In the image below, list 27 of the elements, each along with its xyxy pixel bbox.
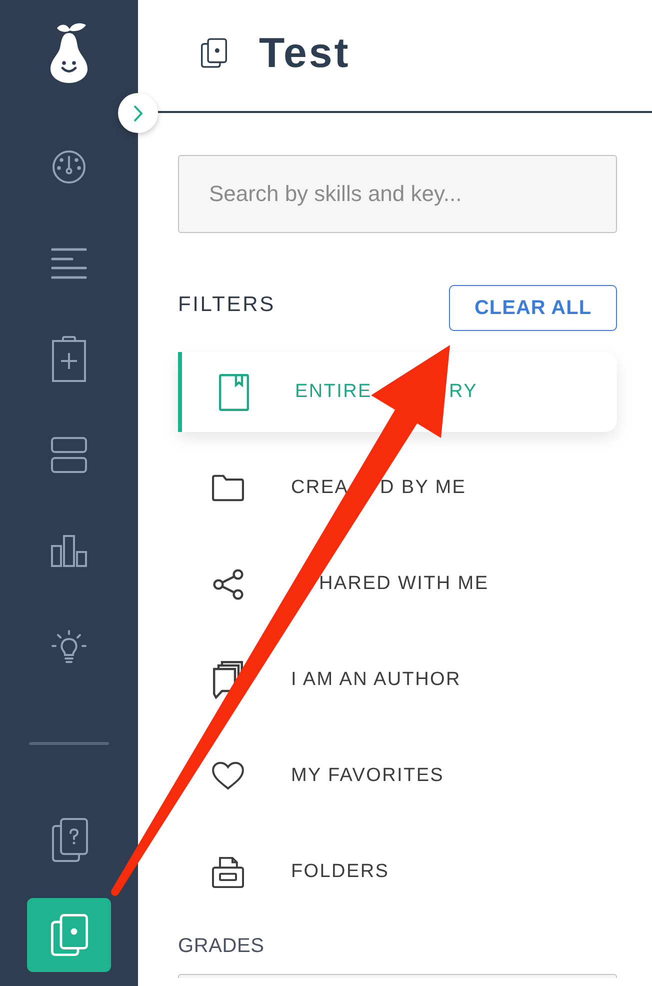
heart-icon — [212, 760, 244, 792]
search-field[interactable]: Search by skills and key... — [178, 155, 617, 233]
book-icon — [219, 374, 249, 410]
cards-icon — [201, 38, 227, 68]
share-icon — [212, 568, 244, 600]
folder-icon — [212, 474, 244, 502]
pear-logo-icon — [49, 21, 89, 83]
bar-chart-icon — [51, 535, 87, 567]
sidebar-item[interactable] — [27, 898, 111, 972]
clear-all-button[interactable]: CLEAR ALL — [449, 285, 617, 331]
filter-item[interactable]: HARED WITH ME — [178, 544, 617, 624]
lightbulb-icon — [51, 630, 87, 664]
filters-heading: FILTERS — [178, 292, 276, 317]
chevron-right-icon — [133, 104, 143, 122]
filter-item[interactable]: FOLDERS — [178, 832, 617, 912]
grades-heading: GRADES — [178, 935, 266, 957]
filter-item[interactable]: CREA D BY ME — [178, 448, 617, 528]
question-cards-icon — [50, 818, 88, 862]
clipboard-plus-icon — [52, 336, 86, 382]
lines-icon — [51, 248, 87, 278]
page-title: Test — [259, 32, 350, 74]
sidebar-toggle-button[interactable] — [118, 93, 158, 133]
two-rows-icon — [51, 437, 87, 473]
gauge-icon — [52, 150, 86, 184]
cards-icon — [50, 914, 88, 956]
file-box-icon — [212, 854, 244, 890]
filter-item[interactable]: MY FAVORITES — [178, 736, 617, 816]
